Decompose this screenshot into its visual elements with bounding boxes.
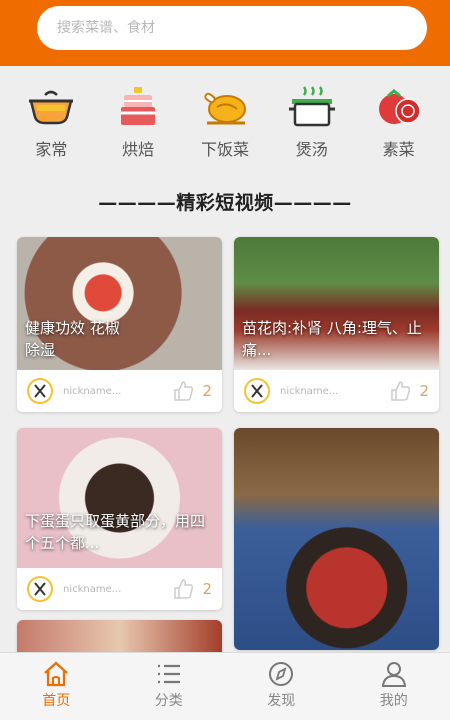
video-caption: 健康功效 花椒除湿 <box>25 319 120 359</box>
card-footer: nickname... 2 <box>17 370 222 412</box>
tab-label: 分类 <box>154 693 183 709</box>
search-input[interactable] <box>57 20 427 36</box>
category-label: 烘焙 <box>122 140 155 159</box>
search-bar[interactable] <box>37 6 427 50</box>
list-icon <box>157 664 180 684</box>
category-label: 下饭菜 <box>200 140 249 159</box>
thumbs-up-icon <box>391 381 411 401</box>
pot-icon <box>27 86 75 128</box>
like-button[interactable]: 2 <box>172 380 212 402</box>
card-footer: nickname... 2 <box>17 568 222 610</box>
avatar[interactable] <box>27 576 53 602</box>
category-rice-dishes[interactable]: 下饭菜 <box>190 86 260 166</box>
thumbs-up-icon <box>174 579 194 599</box>
category-label: 家常 <box>35 140 68 159</box>
video-caption: 苗花肉:补肾 八角:理气、止痛... <box>242 319 422 359</box>
avatar[interactable] <box>27 378 53 404</box>
tab-category[interactable]: 分类 <box>113 653 226 720</box>
video-thumbnail <box>234 428 439 650</box>
category-soup[interactable]: 煲汤 <box>277 86 347 166</box>
category-baking[interactable]: 烘焙 <box>103 86 173 166</box>
utensils-icon <box>34 384 46 398</box>
video-card[interactable] <box>234 428 439 650</box>
home-icon <box>44 661 68 687</box>
like-count: 2 <box>419 382 429 400</box>
video-card[interactable]: 健康功效 花椒除湿 nickname... 2 <box>17 237 222 412</box>
cake-icon <box>114 86 162 128</box>
category-home-cooking[interactable]: 家常 <box>16 86 86 166</box>
tab-label: 发现 <box>267 693 296 709</box>
tab-label: 我的 <box>379 693 408 709</box>
category-row: 家常 烘焙 下饭菜 煲汤 素菜 <box>0 86 450 166</box>
author-nickname: nickname... <box>63 583 122 595</box>
tab-discover[interactable]: 发现 <box>225 653 338 720</box>
category-vegetarian[interactable]: 素菜 <box>364 86 434 166</box>
thumbs-up-icon <box>174 381 194 401</box>
utensils-icon <box>251 384 263 398</box>
utensils-icon <box>34 582 46 596</box>
category-label: 素菜 <box>382 140 415 159</box>
roast-chicken-icon <box>201 86 249 128</box>
video-caption: 下蛋蛋只取蛋黄部分，用四个五个都... <box>25 512 206 552</box>
author-nickname: nickname... <box>63 385 122 397</box>
category-label: 煲汤 <box>295 140 328 159</box>
video-card[interactable]: 苗花肉:补肾 八角:理气、止痛... nickname... 2 <box>234 237 439 412</box>
user-icon <box>381 662 406 687</box>
like-button[interactable]: 2 <box>172 578 212 600</box>
author-nickname: nickname... <box>280 385 339 397</box>
compass-icon <box>269 662 294 686</box>
video-card[interactable]: 下蛋蛋只取蛋黄部分，用四个五个都... nickname... 2 <box>17 428 222 610</box>
tomato-icon <box>375 86 423 128</box>
like-button[interactable]: 2 <box>389 380 429 402</box>
section-title: ————精彩短视频———— <box>98 192 352 214</box>
avatar[interactable] <box>244 378 270 404</box>
like-count: 2 <box>202 382 212 400</box>
tab-home[interactable]: 首页 <box>0 653 113 720</box>
bottom-tab-bar: 首页 分类 发现 我的 <box>0 652 450 720</box>
soup-pot-icon <box>288 86 336 128</box>
like-count: 2 <box>202 580 212 598</box>
app-header <box>0 0 450 66</box>
card-footer: nickname... 2 <box>234 370 439 412</box>
tab-label: 首页 <box>42 693 71 709</box>
tab-me[interactable]: 我的 <box>338 653 450 720</box>
